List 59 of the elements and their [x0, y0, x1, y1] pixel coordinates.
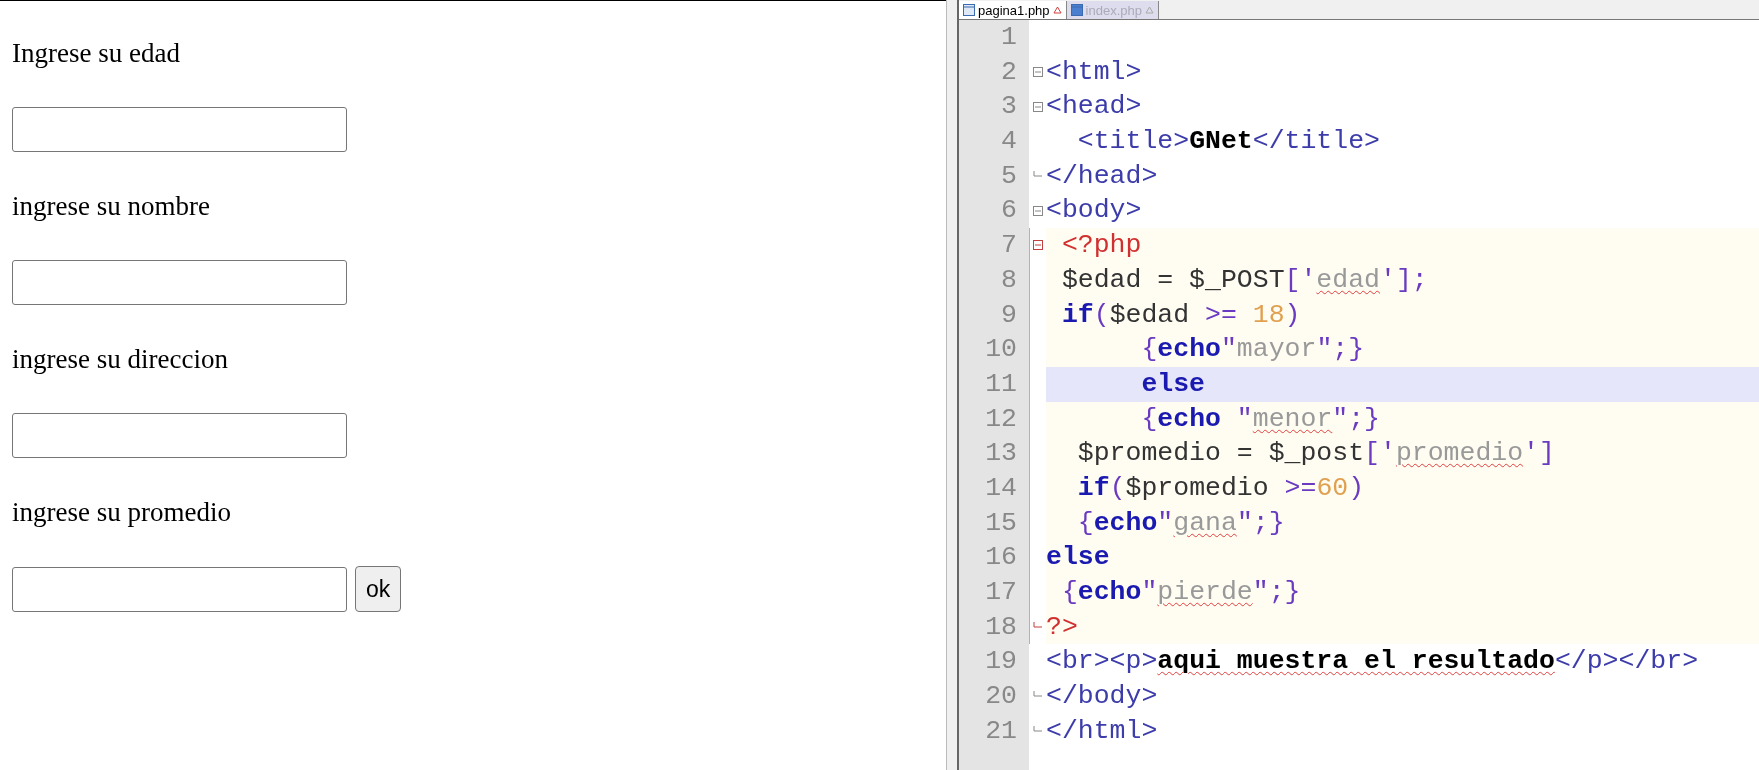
- submit-button[interactable]: ok: [355, 566, 402, 612]
- line-number: 3: [959, 89, 1029, 125]
- line-number: 17: [959, 575, 1029, 610]
- code-line: $edad = $_POST['edad'];: [1060, 264, 1428, 295]
- line-number: 12: [959, 401, 1029, 437]
- field-label: Ingrese su edad: [12, 37, 181, 69]
- code-line: ?>: [1046, 611, 1078, 642]
- code-line: $promedio = $_post['promedio']: [1076, 438, 1555, 469]
- code-line: {echo "menor";}: [1140, 403, 1380, 434]
- line-number: 1: [959, 20, 1029, 55]
- code-line: if($promedio >=60): [1076, 472, 1365, 503]
- code-line: </html>: [1046, 715, 1158, 746]
- line-number: 5: [959, 158, 1029, 194]
- fold-toggle-icon[interactable]: [1033, 205, 1043, 216]
- fold-toggle-icon[interactable]: [1033, 101, 1043, 112]
- line-number: 10: [959, 332, 1029, 367]
- gutter-background: [959, 748, 1029, 770]
- line-number: 20: [959, 679, 1029, 714]
- field-label: ingrese su promedio: [12, 496, 232, 528]
- line-number: 21: [959, 713, 1029, 749]
- line-number: 9: [959, 297, 1029, 333]
- line-number: 15: [959, 505, 1029, 541]
- input-field[interactable]: [12, 260, 347, 305]
- line-number: 6: [959, 193, 1029, 229]
- file-icon: [1070, 4, 1083, 16]
- line-number: 18: [959, 609, 1029, 645]
- fold-toggle-icon[interactable]: [1033, 240, 1043, 251]
- line-number: 16: [959, 540, 1029, 575]
- line-number: 14: [959, 470, 1029, 506]
- line-number: 11: [959, 366, 1029, 402]
- input-field[interactable]: [12, 566, 347, 612]
- code-line: {echo"mayor";}: [1140, 334, 1365, 365]
- input-field[interactable]: [12, 107, 347, 152]
- line-number: 7: [959, 228, 1029, 263]
- code-line: </body>: [1046, 681, 1158, 712]
- code-line: if($edad >= 18): [1060, 299, 1301, 330]
- tab-label: pagina1.php: [978, 2, 1050, 18]
- code-line: <title>GNet</title>: [1076, 126, 1380, 157]
- line-number: 2: [959, 54, 1029, 90]
- line-number: 19: [959, 644, 1029, 680]
- code-line: <body>: [1046, 195, 1142, 226]
- editor-tab[interactable]: pagina1.php: [959, 1, 1067, 19]
- line-number: 8: [959, 262, 1029, 298]
- code-line: <html>: [1046, 56, 1142, 87]
- code-line: <head>: [1046, 91, 1142, 122]
- code-line: else: [1046, 542, 1110, 573]
- code-line: else: [1140, 368, 1206, 399]
- code-line: </head>: [1046, 160, 1158, 191]
- file-icon: [963, 4, 975, 16]
- input-field[interactable]: [12, 413, 347, 458]
- code-line: <?php: [1060, 230, 1142, 261]
- line-number: 4: [959, 124, 1029, 159]
- field-label: ingrese su direccion: [12, 343, 229, 375]
- code-line: {echo"gana";}: [1076, 507, 1285, 538]
- code-line: {echo"pierde";}: [1060, 577, 1301, 607]
- code-line: <br><p>aqui muestra el resultado</p></br>: [1046, 646, 1699, 677]
- fold-toggle-icon[interactable]: [1033, 67, 1043, 78]
- field-label: ingrese su nombre: [12, 190, 211, 222]
- line-number: 13: [959, 436, 1029, 471]
